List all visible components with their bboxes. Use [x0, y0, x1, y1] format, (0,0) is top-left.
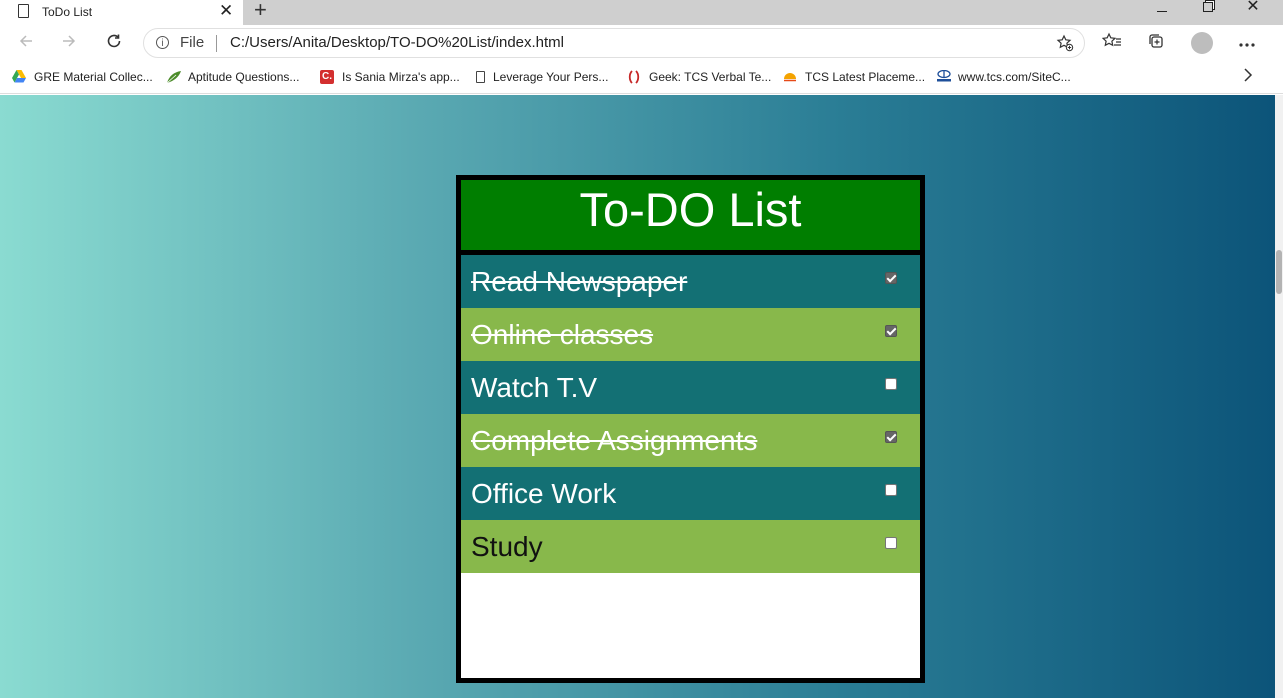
- tab-close-button[interactable]: ✕: [219, 1, 233, 21]
- bookmark-label: www.tcs.com/SiteC...: [958, 70, 1071, 84]
- address-separator: [216, 35, 217, 52]
- bookmark-item[interactable]: GRE Material Collec...: [12, 69, 153, 85]
- chevron-right-icon[interactable]: [1243, 67, 1253, 88]
- collections-button[interactable]: [1144, 32, 1168, 56]
- page-icon: [18, 4, 29, 18]
- todo-item-text: Study: [471, 531, 543, 562]
- reload-icon: [107, 34, 121, 48]
- todo-title: To-DO List: [579, 183, 802, 236]
- restore-icon: [1203, 2, 1213, 12]
- todo-item: Study: [461, 520, 920, 573]
- todo-item-checkbox[interactable]: [885, 272, 897, 284]
- bookmark-item[interactable]: TCS Latest Placeme...: [783, 69, 925, 85]
- url-text[interactable]: C:/Users/Anita/Desktop/TO-DO%20List/inde…: [230, 34, 564, 51]
- profile-button[interactable]: [1190, 32, 1214, 56]
- bookmark-item[interactable]: C. Is Sania Mirza's app...: [320, 69, 460, 85]
- more-dots-icon: [1239, 43, 1255, 47]
- more-menu-button[interactable]: [1235, 32, 1259, 56]
- todo-item-text: Watch T.V: [471, 372, 598, 403]
- todo-list: Read Newspaper Online classes Watch T.V Com…: [461, 255, 920, 573]
- sun-logo-icon: [783, 70, 797, 84]
- todo-container: To-DO List Read Newspaper Online classes W…: [456, 175, 925, 683]
- address-bar[interactable]: i File C:/Users/Anita/Desktop/TO-DO%20Li…: [143, 28, 1085, 58]
- new-tab-button[interactable]: +: [254, 0, 267, 22]
- todo-item-checkbox[interactable]: [885, 431, 897, 443]
- bookmark-item[interactable]: Aptitude Questions...: [166, 69, 299, 85]
- todo-item: Office Work: [461, 467, 920, 520]
- bookmark-label: Is Sania Mirza's app...: [342, 70, 460, 84]
- todo-item-checkbox[interactable]: [885, 378, 897, 390]
- add-favorite-icon[interactable]: [1056, 34, 1074, 57]
- todo-item-checkbox[interactable]: [885, 325, 897, 337]
- arrow-right-icon: [63, 35, 76, 47]
- c-logo-icon: C.: [320, 70, 334, 84]
- info-icon[interactable]: i: [156, 36, 169, 49]
- restore-button[interactable]: [1185, 0, 1231, 25]
- todo-item: Watch T.V: [461, 361, 920, 414]
- bookmark-item[interactable]: www.tcs.com/SiteC...: [936, 69, 1071, 85]
- window-close-button[interactable]: ✕: [1230, 0, 1276, 25]
- bookmark-label: Leverage Your Pers...: [493, 70, 609, 84]
- scheme-label: File: [180, 34, 205, 51]
- bookmark-label: Aptitude Questions...: [188, 70, 300, 84]
- todo-item-text: Office Work: [471, 478, 617, 509]
- minimize-icon: [1157, 11, 1167, 12]
- google-drive-icon: [12, 70, 26, 84]
- tab-bar: ToDo List ✕ + ✕: [0, 0, 1283, 25]
- bookmark-item[interactable]: Leverage Your Pers...: [476, 69, 608, 85]
- bookmark-label: GRE Material Collec...: [34, 70, 153, 84]
- forward-button[interactable]: [57, 32, 81, 56]
- reload-button[interactable]: [102, 32, 126, 56]
- back-button[interactable]: [14, 32, 38, 56]
- scrollbar-thumb[interactable]: [1276, 250, 1282, 294]
- bookmarks-bar: GRE Material Collec... Aptitude Question…: [0, 62, 1283, 94]
- todo-item-text: Read Newspaper: [471, 266, 688, 297]
- avatar-icon: [1191, 32, 1213, 54]
- bookmark-label: Geek: TCS Verbal Te...: [649, 70, 772, 84]
- tab-title: ToDo List: [42, 5, 93, 19]
- favorites-button[interactable]: [1100, 32, 1124, 56]
- bookmark-item[interactable]: Geek: TCS Verbal Te...: [627, 69, 771, 85]
- collections-icon: [1149, 34, 1163, 48]
- todo-header: To-DO List: [461, 180, 920, 255]
- bookmark-label: TCS Latest Placeme...: [805, 70, 926, 84]
- bracket-logo-icon: [627, 70, 641, 84]
- todo-item: Online classes: [461, 308, 920, 361]
- browser-toolbar: i File C:/Users/Anita/Desktop/TO-DO%20Li…: [0, 25, 1283, 62]
- leaf-icon: [166, 70, 181, 84]
- page-background: To-DO List Read Newspaper Online classes W…: [0, 95, 1275, 698]
- todo-item-text: Complete Assignments: [471, 425, 758, 456]
- todo-item-checkbox[interactable]: [885, 484, 897, 496]
- minimize-button[interactable]: [1139, 0, 1185, 25]
- tab-todo-list[interactable]: ToDo List ✕: [0, 0, 243, 25]
- todo-item-checkbox[interactable]: [885, 537, 897, 549]
- arrow-left-icon: [19, 35, 32, 47]
- tata-logo-icon: [936, 69, 951, 84]
- favorites-icon: [1101, 32, 1121, 47]
- vertical-scrollbar[interactable]: [1275, 95, 1283, 698]
- todo-item: Complete Assignments: [461, 414, 920, 467]
- todo-item: Read Newspaper: [461, 255, 920, 308]
- todo-item-text: Online classes: [471, 319, 654, 350]
- page-icon: [476, 71, 485, 83]
